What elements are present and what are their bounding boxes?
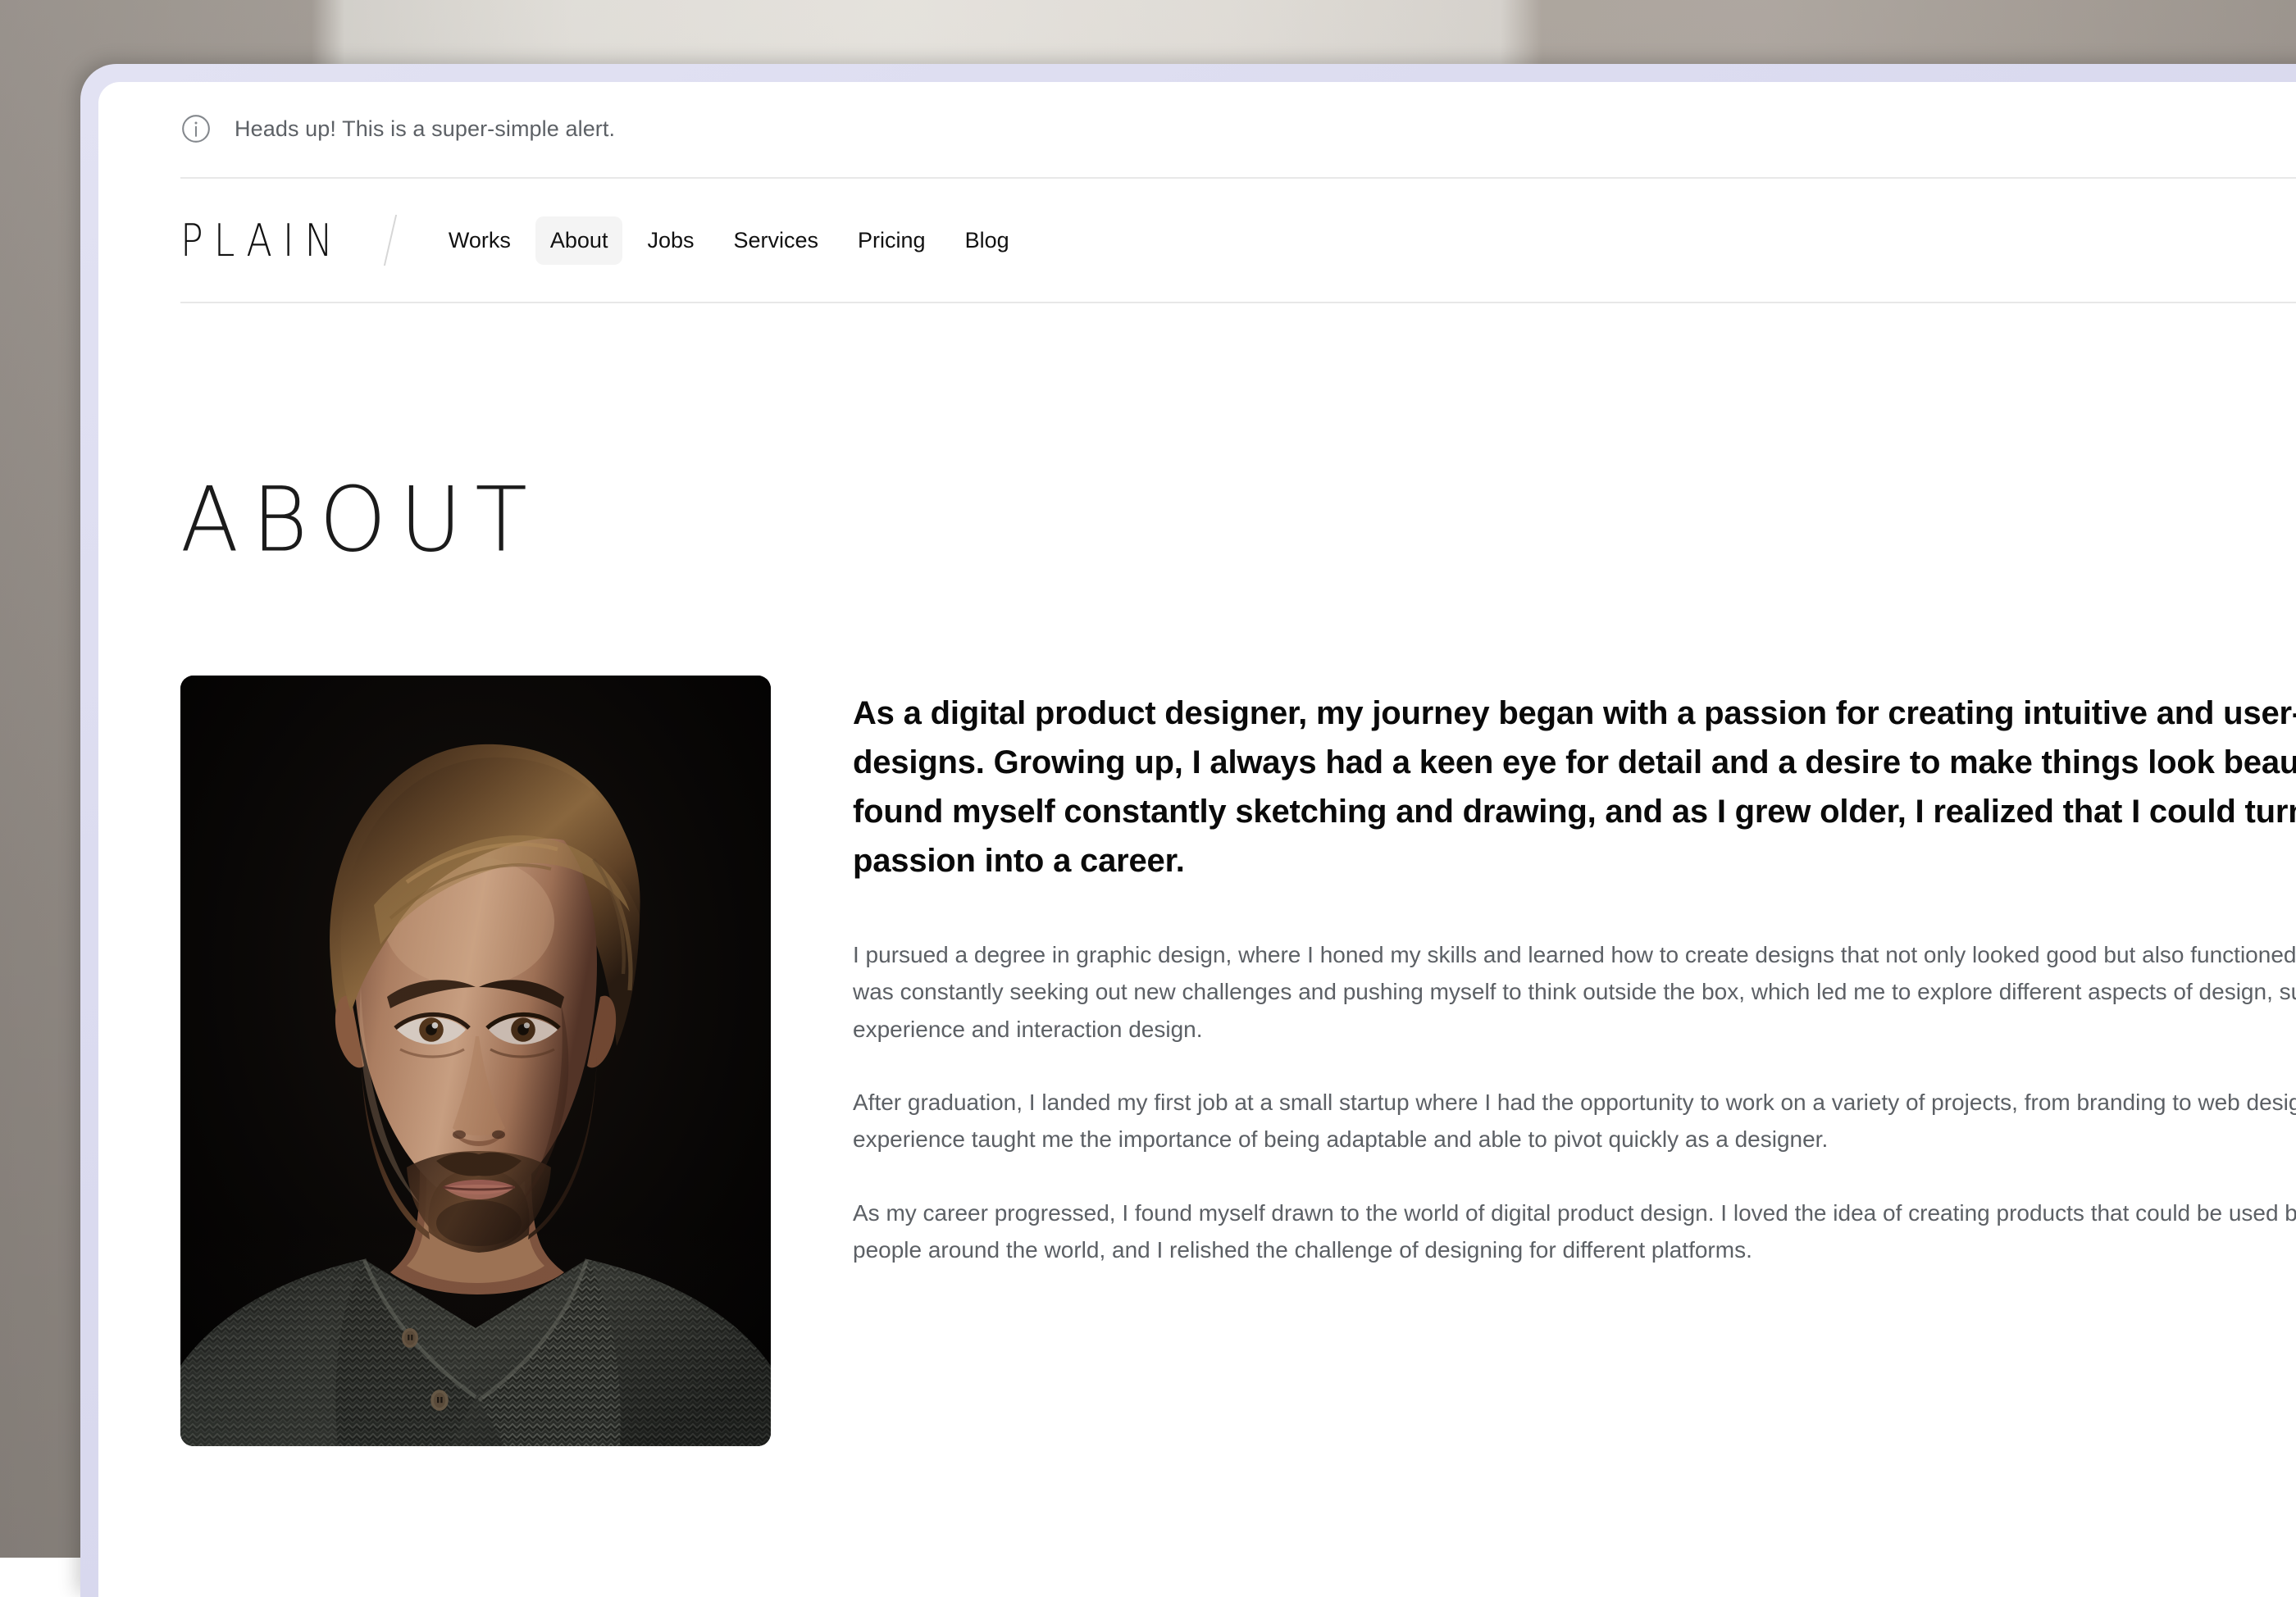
about-text-column: As a digital product designer, my journe… xyxy=(853,676,2296,1446)
nav-link-works[interactable]: Works xyxy=(434,216,526,265)
alert-message: Heads up! This is a super-simple alert. xyxy=(235,116,615,142)
nav-link-services[interactable]: Services xyxy=(719,216,834,265)
page-root: Heads up! This is a super-simple alert. … xyxy=(98,82,2296,1446)
nav-link-jobs[interactable]: Jobs xyxy=(632,216,708,265)
body-paragraph-3: As my career progressed, I found myself … xyxy=(853,1194,2296,1269)
logo-nav-separator xyxy=(384,215,397,266)
about-content: As a digital product designer, my journe… xyxy=(98,559,2296,1446)
body-paragraph-1: I pursued a degree in graphic design, wh… xyxy=(853,936,2296,1048)
portrait-illustration xyxy=(180,676,771,1446)
browser-viewport: Heads up! This is a super-simple alert. … xyxy=(98,82,2296,1597)
lede-paragraph: As a digital product designer, my journe… xyxy=(853,689,2296,885)
nav-link-about[interactable]: About xyxy=(535,216,623,265)
alert-banner: Heads up! This is a super-simple alert. xyxy=(98,82,2296,177)
info-circle-icon xyxy=(180,113,212,144)
site-logo[interactable]: PLAIN xyxy=(180,214,344,266)
page-title: ABOUT xyxy=(98,303,2296,572)
device-bezel: Heads up! This is a super-simple alert. … xyxy=(80,64,2296,1597)
nav-link-list: Works About Jobs Services Pricing Blog xyxy=(434,216,1024,265)
nav-link-pricing[interactable]: Pricing xyxy=(843,216,941,265)
portrait-image xyxy=(180,676,771,1446)
nav-link-blog[interactable]: Blog xyxy=(950,216,1024,265)
body-paragraph-2: After graduation, I landed my first job … xyxy=(853,1084,2296,1158)
main-navigation: PLAIN Works About Jobs Services Pricing … xyxy=(98,179,2296,302)
